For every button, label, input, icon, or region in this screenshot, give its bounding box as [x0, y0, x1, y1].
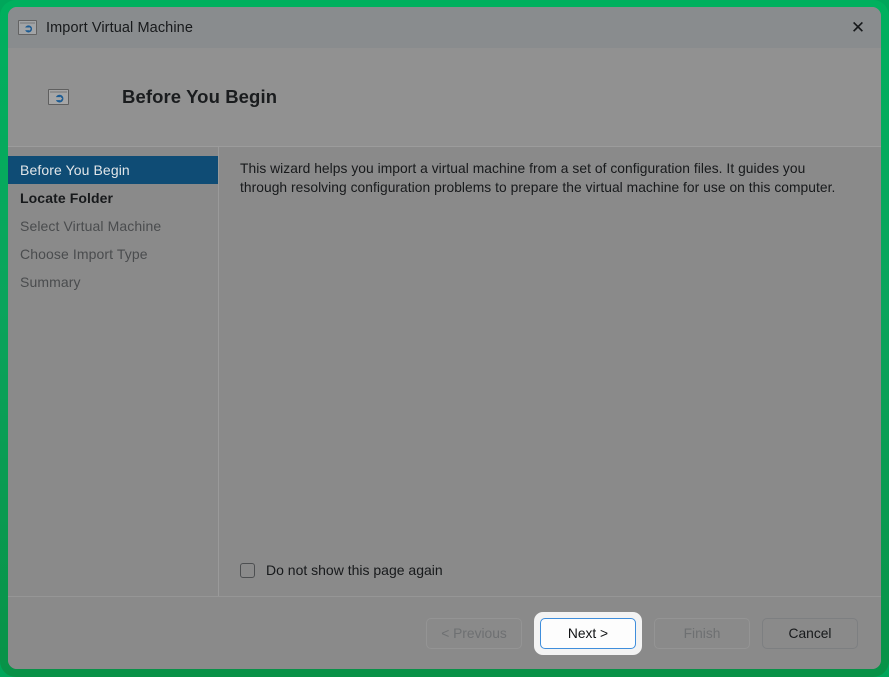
sidebar-item-select-virtual-machine[interactable]: Select Virtual Machine — [8, 212, 218, 240]
sidebar-item-label: Summary — [20, 274, 81, 290]
page-title: Before You Begin — [122, 86, 278, 107]
sidebar-item-label: Select Virtual Machine — [20, 218, 162, 234]
wizard-content-pane: This wizard helps you import a virtual m… — [219, 147, 881, 596]
next-button-focus-halo: Next > — [534, 611, 642, 655]
close-icon[interactable]: ✕ — [835, 7, 881, 48]
import-vm-icon: ➲ — [18, 20, 37, 35]
next-button[interactable]: Next > — [540, 617, 636, 649]
wizard-steps-sidebar: Before You Begin Locate Folder Select Vi… — [8, 147, 219, 596]
screen-recording-border: ➲ Import Virtual Machine ✕ ➲ Before You … — [0, 0, 889, 677]
sidebar-item-choose-import-type[interactable]: Choose Import Type — [8, 240, 218, 268]
previous-button: < Previous — [426, 617, 522, 649]
window-titlebar: ➲ Import Virtual Machine ✕ — [8, 7, 881, 48]
dialog-footer: < Previous Next > Finish Cancel — [8, 596, 881, 669]
import-vm-icon: ➲ — [48, 89, 69, 105]
sidebar-item-label: Locate Folder — [20, 190, 114, 206]
dialog-body: Before You Begin Locate Folder Select Vi… — [8, 147, 881, 596]
wizard-header: ➲ Before You Begin — [8, 48, 881, 147]
arrow-glyph: ➲ — [54, 91, 65, 105]
sidebar-item-locate-folder[interactable]: Locate Folder — [8, 184, 218, 212]
cancel-button[interactable]: Cancel — [762, 617, 858, 649]
sidebar-item-summary[interactable]: Summary — [8, 268, 218, 296]
checkbox-label: Do not show this page again — [266, 562, 443, 578]
do-not-show-again-checkbox-row[interactable]: Do not show this page again — [240, 562, 443, 596]
sidebar-item-label: Choose Import Type — [20, 246, 148, 262]
import-virtual-machine-dialog: ➲ Import Virtual Machine ✕ ➲ Before You … — [8, 7, 881, 669]
arrow-glyph: ➲ — [23, 23, 34, 35]
sidebar-item-label: Before You Begin — [20, 162, 130, 178]
finish-button: Finish — [654, 617, 750, 649]
checkbox-icon[interactable] — [240, 562, 255, 578]
sidebar-item-before-you-begin[interactable]: Before You Begin — [8, 156, 218, 184]
window-title: Import Virtual Machine — [46, 19, 193, 36]
wizard-description-text: This wizard helps you import a virtual m… — [240, 161, 836, 195]
